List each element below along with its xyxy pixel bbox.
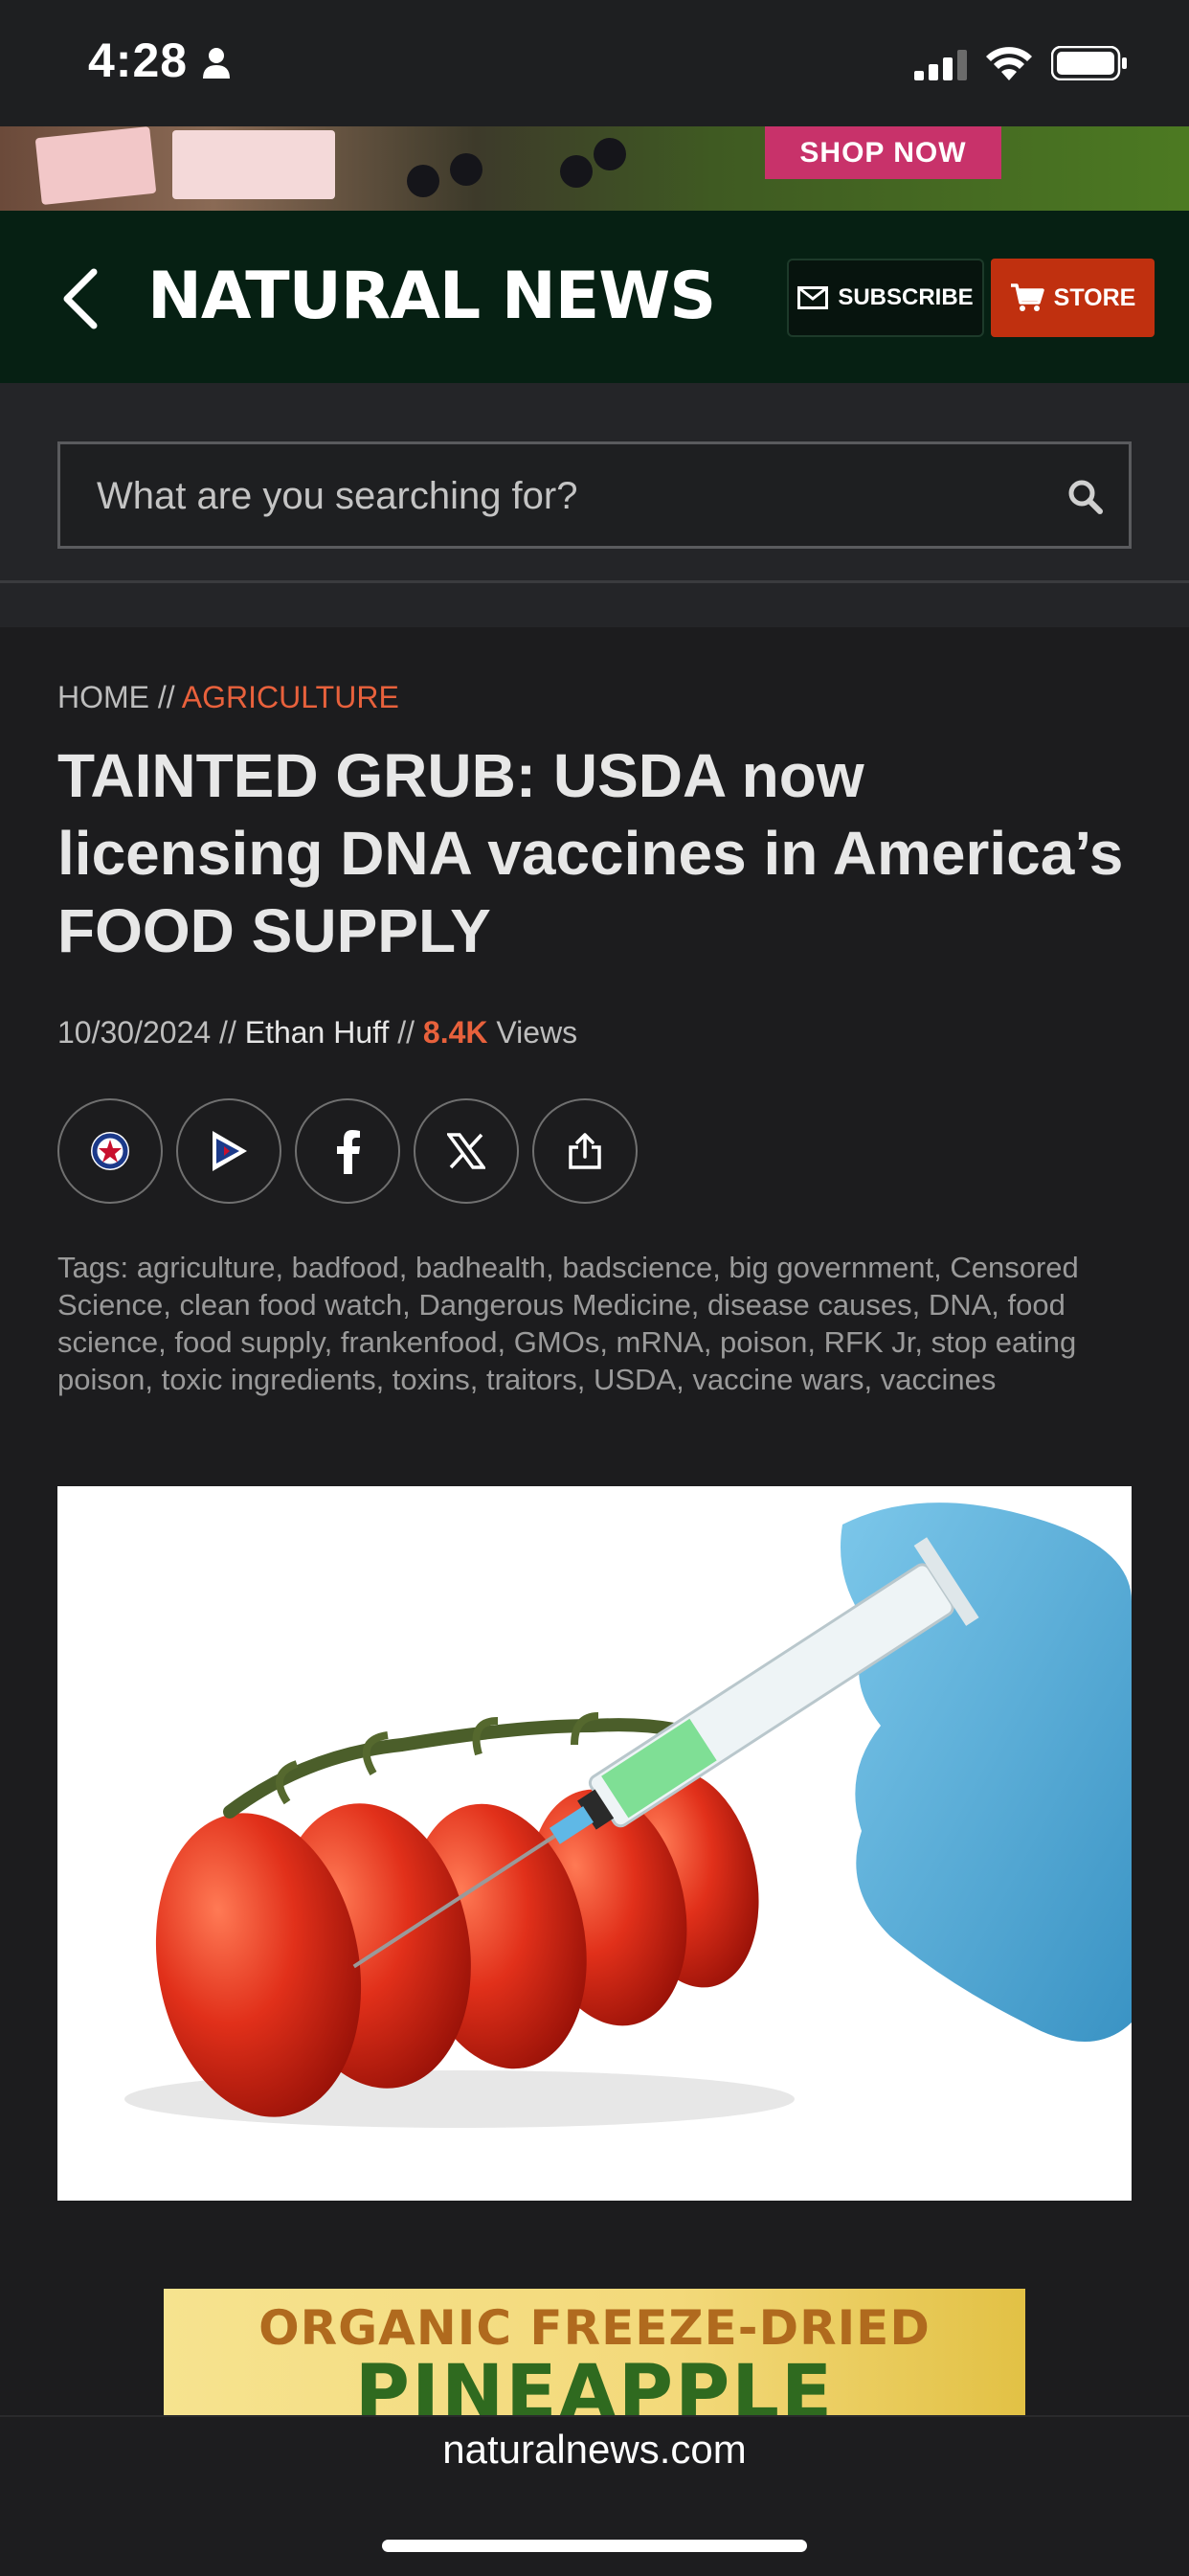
article-date: 10/30/2024 bbox=[57, 1015, 212, 1050]
home-indicator[interactable] bbox=[382, 2540, 807, 2552]
wifi-icon bbox=[986, 47, 1032, 80]
views-count: 8.4K bbox=[422, 1015, 488, 1050]
ad-berry-image bbox=[407, 165, 439, 197]
x-icon bbox=[447, 1133, 485, 1169]
url-text[interactable]: naturalnews.com bbox=[0, 2427, 1189, 2473]
back-chevron-icon[interactable] bbox=[59, 268, 101, 329]
brighteon-share-button[interactable] bbox=[57, 1098, 163, 1204]
site-logo[interactable]: NATURAL NEWS bbox=[147, 259, 716, 334]
article-title: TAINTED GRUB: USDA now licensing DNA vac… bbox=[57, 741, 1124, 965]
store-label: STORE bbox=[1053, 283, 1136, 311]
ad-banner[interactable]: SHOP NOW bbox=[0, 126, 1189, 211]
breadcrumb: HOME // AGRICULTURE bbox=[57, 680, 399, 715]
site-header: NATURAL NEWS SUBSCRIBE STORE bbox=[0, 211, 1189, 383]
cellular-signal-icon bbox=[914, 50, 967, 80]
ad-product-image bbox=[172, 130, 335, 199]
person-icon bbox=[203, 48, 230, 79]
breadcrumb-category[interactable]: AGRICULTURE bbox=[182, 680, 399, 714]
search-section bbox=[0, 383, 1189, 580]
ad-berry-image bbox=[594, 138, 626, 170]
ad-berry-image bbox=[450, 153, 482, 186]
share-icon bbox=[569, 1133, 601, 1169]
battery-icon bbox=[1051, 46, 1127, 80]
facebook-icon bbox=[337, 1130, 360, 1174]
envelope-icon bbox=[797, 286, 829, 309]
breadcrumb-home[interactable]: HOME bbox=[57, 680, 149, 714]
brighteon-icon bbox=[91, 1132, 129, 1170]
status-time: 4:28 bbox=[88, 34, 189, 87]
shop-now-button[interactable]: SHOP NOW bbox=[765, 126, 1001, 179]
article-tags[interactable]: Tags: agriculture, badfood, badhealth, b… bbox=[57, 1249, 1139, 1398]
facebook-share-button[interactable] bbox=[295, 1098, 400, 1204]
status-bar: 4:28 bbox=[0, 0, 1189, 126]
article-image bbox=[57, 1486, 1132, 2201]
x-share-button[interactable] bbox=[414, 1098, 519, 1204]
ad-berry-image bbox=[560, 155, 593, 188]
subscribe-label: SUBSCRIBE bbox=[838, 284, 974, 310]
article-author[interactable]: Ethan Huff bbox=[245, 1015, 390, 1050]
search-box[interactable] bbox=[57, 441, 1132, 549]
share-buttons bbox=[57, 1098, 638, 1204]
breadcrumb-separator: // bbox=[149, 680, 182, 714]
search-icon[interactable] bbox=[1067, 479, 1104, 515]
article-meta: 10/30/2024 // Ethan Huff // 8.4K Views bbox=[57, 1015, 577, 1051]
subscribe-button[interactable]: SUBSCRIBE bbox=[787, 259, 984, 337]
cart-icon bbox=[1010, 283, 1044, 311]
bottom-ad[interactable]: ORGANIC FREEZE-DRIED PINEAPPLE bbox=[164, 2289, 1025, 2415]
bottom-ad-line1: ORGANIC FREEZE-DRIED bbox=[258, 2300, 931, 2356]
truth-social-icon bbox=[213, 1131, 247, 1171]
truth-social-share-button[interactable] bbox=[176, 1098, 281, 1204]
store-button[interactable]: STORE bbox=[991, 259, 1155, 337]
views-label: Views bbox=[487, 1015, 578, 1050]
browser-url-bar[interactable]: naturalnews.com bbox=[0, 2415, 1189, 2576]
meta-separator: // bbox=[211, 1015, 245, 1050]
bottom-ad-line2: PINEAPPLE bbox=[354, 2350, 835, 2415]
share-button[interactable] bbox=[532, 1098, 638, 1204]
divider bbox=[0, 580, 1189, 627]
search-input[interactable] bbox=[95, 444, 1056, 548]
meta-separator: // bbox=[389, 1015, 423, 1050]
tomato-syringe-illustration bbox=[124, 1503, 1132, 2128]
ad-product-image bbox=[34, 126, 157, 206]
